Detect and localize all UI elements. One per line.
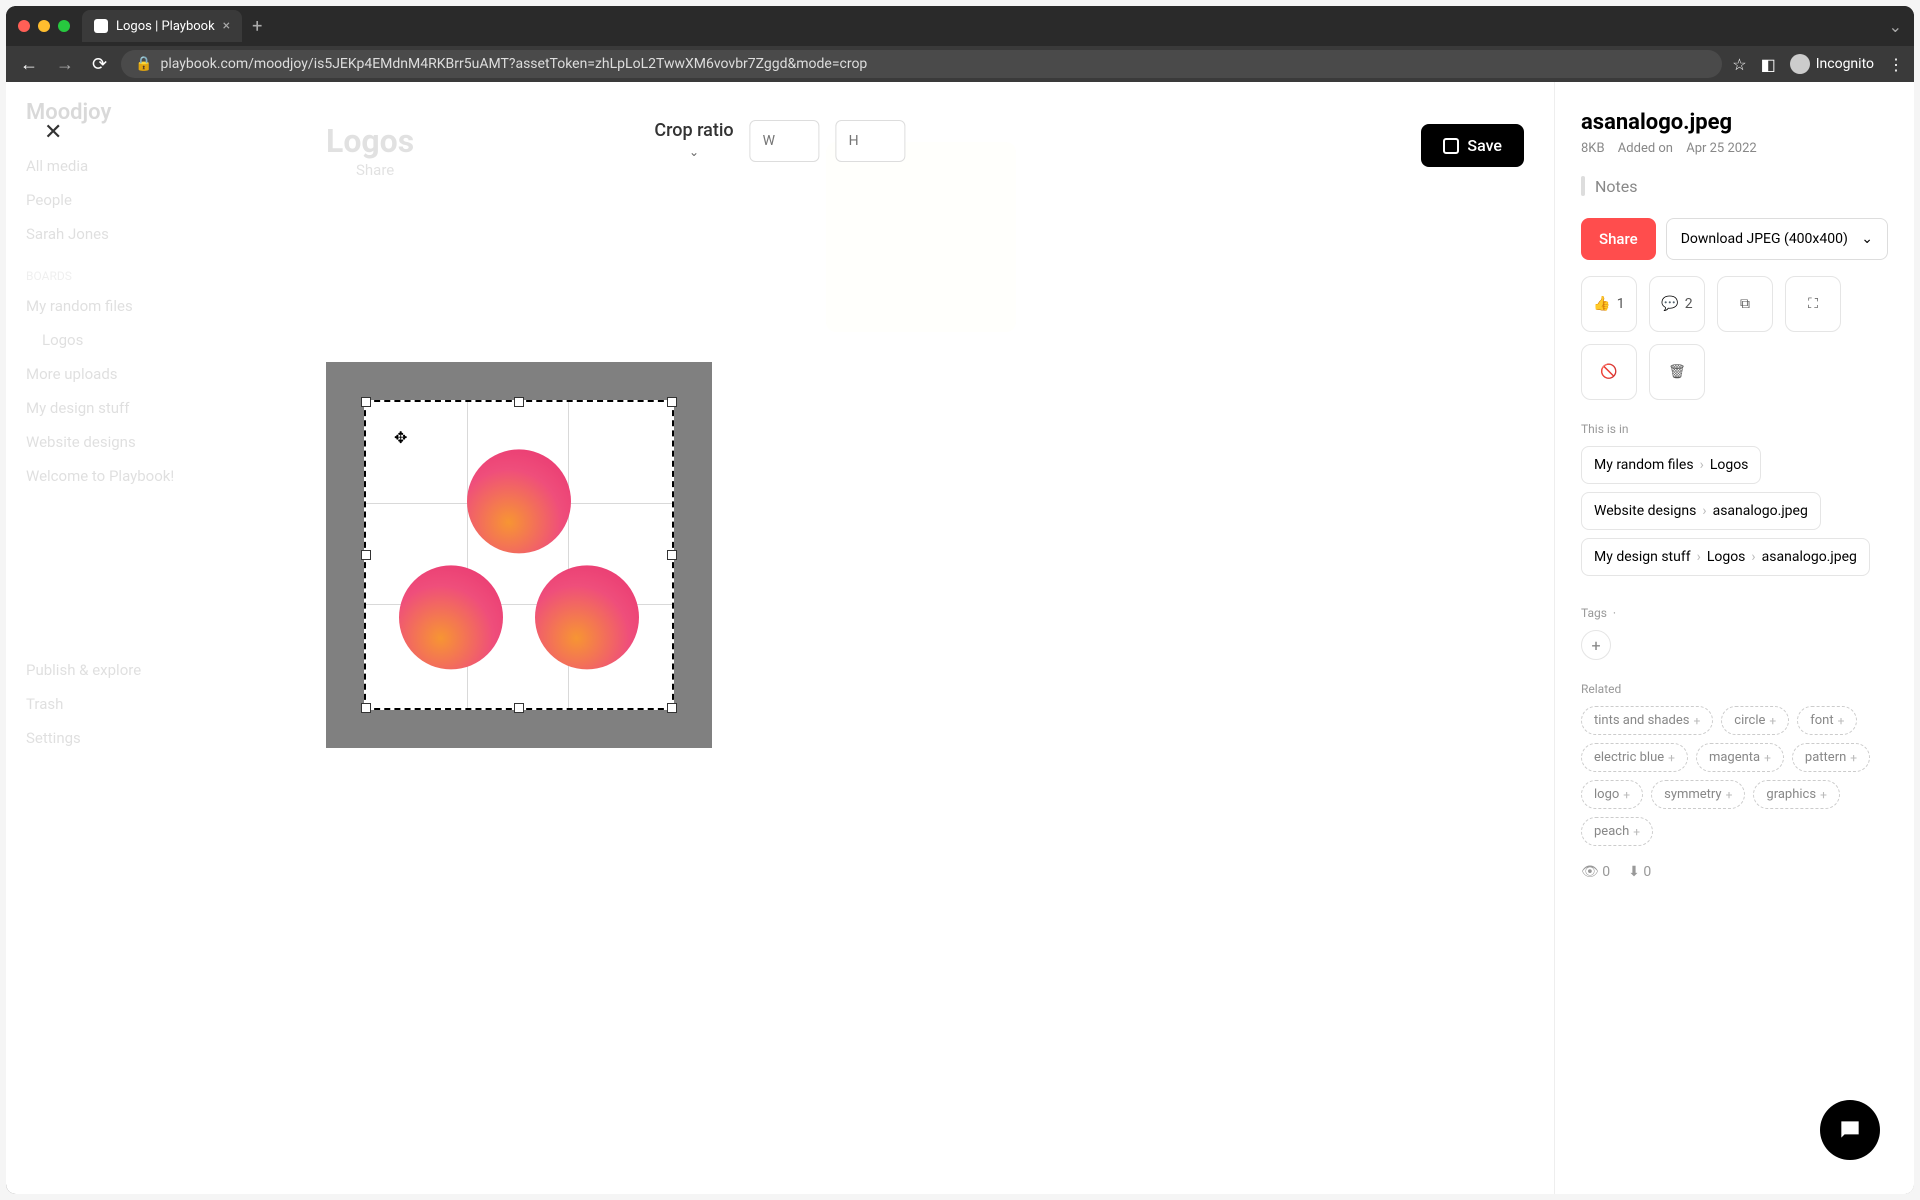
stats: 👁 0 ⬇ 0	[1581, 864, 1888, 880]
url-text: playbook.com/moodjoy/is5JEKp4EMdnM4RKBrr…	[161, 56, 868, 72]
height-input[interactable]	[836, 120, 906, 162]
delete-button[interactable]: 🗑	[1649, 344, 1705, 400]
download-button[interactable]: Download JPEG (400x400) ⌄	[1666, 218, 1888, 260]
width-input[interactable]	[750, 120, 820, 162]
move-icon: ✥	[394, 428, 407, 447]
crop-handle-tr[interactable]	[667, 397, 677, 407]
new-tab-button[interactable]: +	[252, 16, 262, 37]
address-bar[interactable]: 🔒 playbook.com/moodjoy/is5JEKp4EMdnM4RKB…	[121, 50, 1722, 78]
close-window-button[interactable]	[18, 20, 30, 32]
chevron-down-icon: ⌄	[1861, 231, 1873, 247]
breadcrumb-item[interactable]: My design stuff›Logos›asanalogo.jpeg	[1581, 538, 1870, 576]
eye-icon: 👁	[1581, 864, 1599, 880]
share-button[interactable]: Share	[1581, 218, 1656, 260]
crop-handle-b[interactable]	[514, 703, 524, 713]
crop-handle-br[interactable]	[667, 703, 677, 713]
crop-selection[interactable]: ✥	[364, 400, 674, 710]
this-is-in-label: This is in	[1581, 422, 1888, 436]
visibility-button[interactable]: 🚫	[1581, 344, 1637, 400]
related-tags: tints and shades+ circle+ font+ electric…	[1581, 706, 1888, 846]
related-tag[interactable]: circle+	[1721, 706, 1789, 735]
tab-close-icon[interactable]: ×	[223, 18, 230, 34]
maximize-window-button[interactable]	[58, 20, 70, 32]
downloads-stat: ⬇ 0	[1628, 864, 1651, 880]
crop-button[interactable]: ⛶	[1785, 276, 1841, 332]
reload-button[interactable]: ⟳	[88, 50, 111, 79]
crop-icon: ⛶	[1808, 296, 1818, 312]
copy-button[interactable]: ⧉	[1717, 276, 1773, 332]
related-tag[interactable]: logo+	[1581, 780, 1643, 809]
notes-icon	[1581, 176, 1585, 196]
notes-field[interactable]: Notes	[1581, 176, 1888, 196]
minimize-window-button[interactable]	[38, 20, 50, 32]
browser-tab[interactable]: Logos | Playbook ×	[82, 10, 242, 42]
file-meta: 8KB Added on Apr 25 2022	[1581, 141, 1888, 156]
favicon-icon	[94, 19, 108, 33]
views-stat: 👁 0	[1581, 864, 1610, 880]
bookmark-icon[interactable]: ☆	[1732, 55, 1746, 74]
chat-fab[interactable]	[1820, 1100, 1880, 1160]
related-label: Related	[1581, 682, 1888, 696]
details-panel: asanalogo.jpeg 8KB Added on Apr 25 2022 …	[1554, 82, 1914, 1194]
save-label: Save	[1467, 136, 1502, 155]
close-editor-button[interactable]: ✕	[44, 120, 62, 145]
incognito-badge[interactable]: Incognito	[1790, 54, 1874, 74]
related-tag[interactable]: tints and shades+	[1581, 706, 1713, 735]
breadcrumb-item[interactable]: Website designs›asanalogo.jpeg	[1581, 492, 1821, 530]
extensions-icon[interactable]: ◧	[1761, 55, 1776, 74]
crop-ratio-dropdown[interactable]: Crop ratio ⌄	[654, 120, 733, 159]
related-tag[interactable]: symmetry+	[1651, 780, 1745, 809]
chevron-down-icon: ⌄	[689, 145, 699, 159]
more-menu-icon[interactable]: ⋮	[1888, 55, 1904, 74]
incognito-label: Incognito	[1816, 56, 1874, 72]
crop-handle-r[interactable]	[667, 550, 677, 560]
crop-editor: ✕ Crop ratio ⌄ Save	[6, 82, 1554, 1194]
reaction-button[interactable]: 👍 1	[1581, 276, 1637, 332]
related-tag[interactable]: pattern+	[1792, 743, 1870, 772]
incognito-icon	[1790, 54, 1810, 74]
copy-icon: ⧉	[1740, 296, 1750, 312]
download-icon: ⬇	[1628, 864, 1640, 880]
save-button[interactable]: Save	[1421, 124, 1524, 167]
related-tag[interactable]: peach+	[1581, 817, 1653, 846]
add-tag-button[interactable]: +	[1581, 630, 1611, 660]
related-tag[interactable]: font+	[1797, 706, 1857, 735]
file-title: asanalogo.jpeg	[1581, 110, 1888, 135]
tags-label: Tags ·	[1581, 606, 1888, 620]
related-tag[interactable]: graphics+	[1753, 780, 1839, 809]
trash-icon: 🗑	[1668, 364, 1686, 380]
crop-handle-bl[interactable]	[361, 703, 371, 713]
crop-canvas[interactable]: ✥	[326, 362, 712, 748]
tab-title: Logos | Playbook	[116, 19, 215, 34]
window-controls	[18, 20, 70, 32]
comment-icon: 💬	[1661, 296, 1678, 312]
forward-button[interactable]: →	[52, 50, 78, 79]
back-button[interactable]: ←	[16, 50, 42, 79]
crop-handle-tl[interactable]	[361, 397, 371, 407]
breadcrumb-item[interactable]: My random files›Logos	[1581, 446, 1761, 484]
related-tag[interactable]: magenta+	[1696, 743, 1784, 772]
eye-off-icon: 🚫	[1600, 364, 1617, 380]
tabs-menu-icon[interactable]: ⌄	[1889, 17, 1902, 36]
crop-handle-t[interactable]	[514, 397, 524, 407]
chat-icon	[1837, 1117, 1863, 1143]
save-icon	[1443, 138, 1459, 154]
lock-icon: 🔒	[135, 56, 152, 72]
comments-button[interactable]: 💬 2	[1649, 276, 1705, 332]
thumbs-up-icon: 👍	[1593, 296, 1610, 312]
related-tag[interactable]: electric blue+	[1581, 743, 1688, 772]
browser-chrome: Logos | Playbook × + ⌄ ← → ⟳ 🔒 playbook.…	[6, 6, 1914, 82]
crop-handle-l[interactable]	[361, 550, 371, 560]
image-content	[399, 449, 639, 669]
crop-ratio-label: Crop ratio	[654, 120, 733, 141]
